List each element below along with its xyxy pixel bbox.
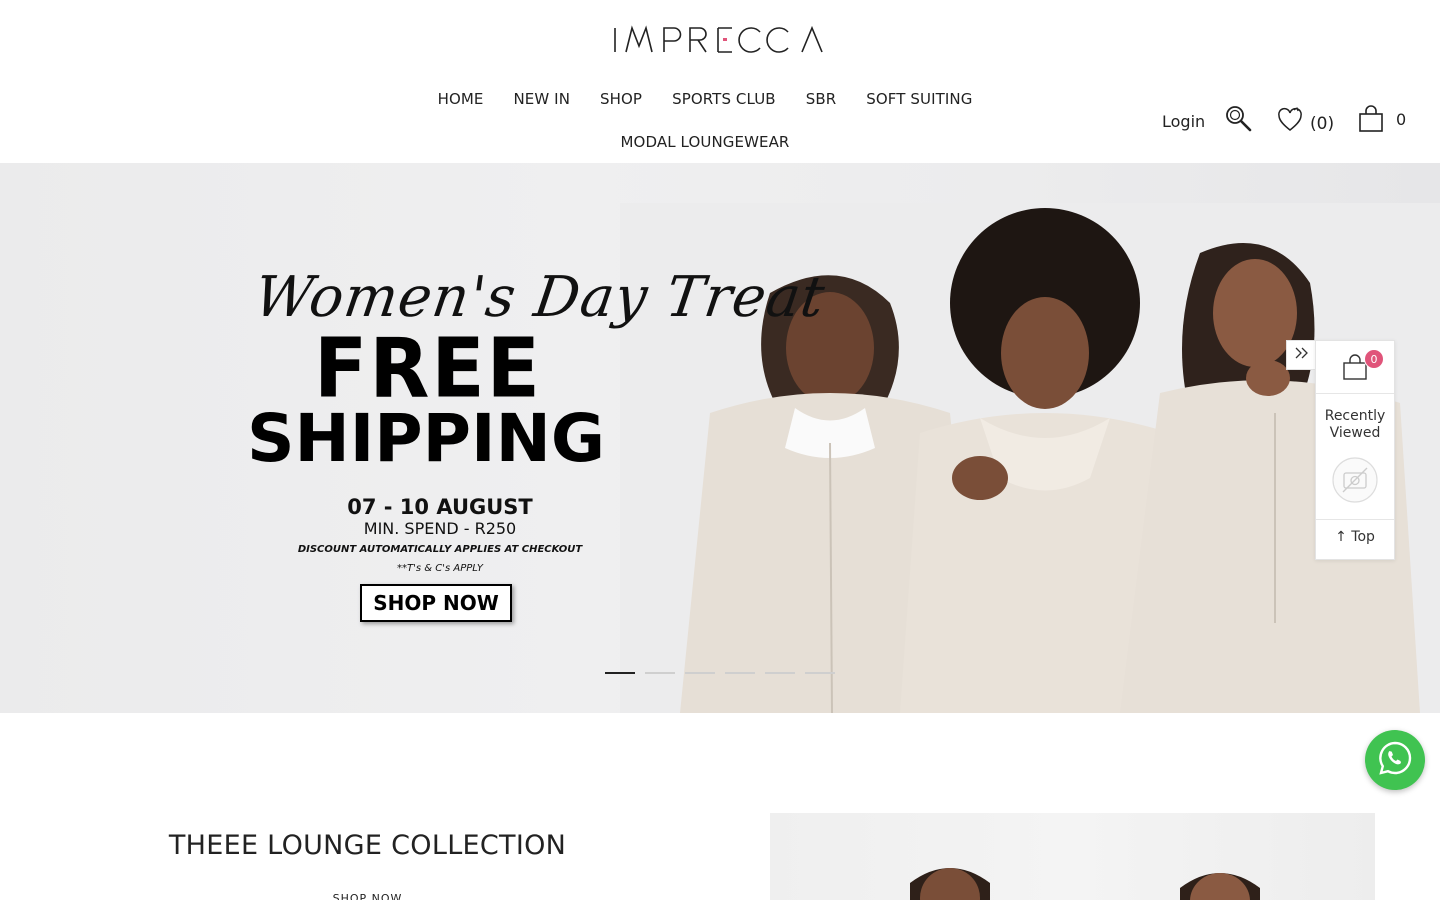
recently-viewed-line-2: Viewed [1329, 425, 1381, 441]
slider-dot[interactable] [805, 672, 835, 674]
whatsapp-icon [1376, 739, 1414, 782]
back-to-top-label: Top [1351, 529, 1375, 545]
brand-logo[interactable] [612, 24, 828, 56]
whatsapp-button[interactable] [1365, 730, 1425, 790]
hero-discount-note: DISCOUNT AUTOMATICALLY APPLIES AT CHECKO… [297, 544, 583, 555]
divider [1316, 393, 1394, 394]
slider-dot[interactable] [685, 672, 715, 674]
hero-dates: 07 - 10 AUGUST [347, 495, 533, 519]
nav-item-home[interactable]: HOME [438, 88, 484, 110]
wishlist-count: (0) [1310, 114, 1335, 134]
nav-item-soft-suiting[interactable]: SOFT SUITING [866, 88, 972, 110]
slider-dot[interactable] [605, 672, 635, 674]
hero-min-spend: MIN. SPEND - R250 [363, 519, 517, 538]
back-to-top-button[interactable]: ↑ Top [1316, 529, 1394, 545]
collection-title: THEEE LOUNGE COLLECTION [168, 830, 567, 861]
cart-count: 0 [1396, 109, 1407, 129]
heart-icon [1276, 106, 1304, 134]
side-cart-badge: 0 [1364, 349, 1384, 369]
side-panel: 0 Recently Viewed ↑ Top [1315, 340, 1395, 560]
site-header: HOME NEW IN SHOP SPORTS CLUB SBR SOFT SU… [0, 0, 1440, 163]
recently-viewed-line-1: Recently [1324, 408, 1386, 424]
divider [1316, 519, 1394, 520]
hero-headline-shipping: SHIPPING [246, 400, 606, 477]
nav-item-new-in[interactable]: NEW IN [513, 88, 570, 110]
slider-dots [605, 672, 835, 674]
hero-banner[interactable]: Women's Day Treat FREE SHIPPING 07 - 10 … [0, 163, 1440, 713]
slider-dot[interactable] [645, 672, 675, 674]
header-tools: Login [1162, 104, 1205, 138]
side-panel-toggle[interactable] [1286, 340, 1316, 370]
hero-headline-free: FREE [314, 321, 542, 417]
slider-dot[interactable] [765, 672, 795, 674]
slider-dot[interactable] [725, 672, 755, 674]
hero-shop-now-button[interactable]: SHOP NOW [360, 584, 512, 622]
wishlist-button[interactable]: (0) [1276, 104, 1340, 136]
hero-terms: **T's & C's APPLY [397, 563, 483, 574]
login-link[interactable]: Login [1162, 112, 1205, 131]
recently-viewed-label: Recently Viewed [1316, 408, 1394, 442]
collection-image[interactable] [770, 813, 1375, 900]
nav-item-modal-loungewear[interactable]: MODAL LOUNGEWEAR [621, 132, 790, 152]
nav-item-sbr[interactable]: SBR [806, 88, 837, 110]
bag-icon [1358, 105, 1384, 133]
logo-wordmark [614, 25, 823, 53]
collection-shop-now-link[interactable]: SHOP NOW [120, 892, 615, 900]
search-icon[interactable] [1224, 104, 1254, 134]
no-image-icon [1332, 457, 1378, 503]
nav-item-shop[interactable]: SHOP [600, 88, 642, 110]
nav-item-sports-club[interactable]: SPORTS CLUB [672, 88, 776, 110]
arrow-up-icon: ↑ [1335, 529, 1347, 545]
double-chevron-right-icon [1294, 346, 1310, 365]
cart-button[interactable]: 0 [1358, 104, 1408, 134]
